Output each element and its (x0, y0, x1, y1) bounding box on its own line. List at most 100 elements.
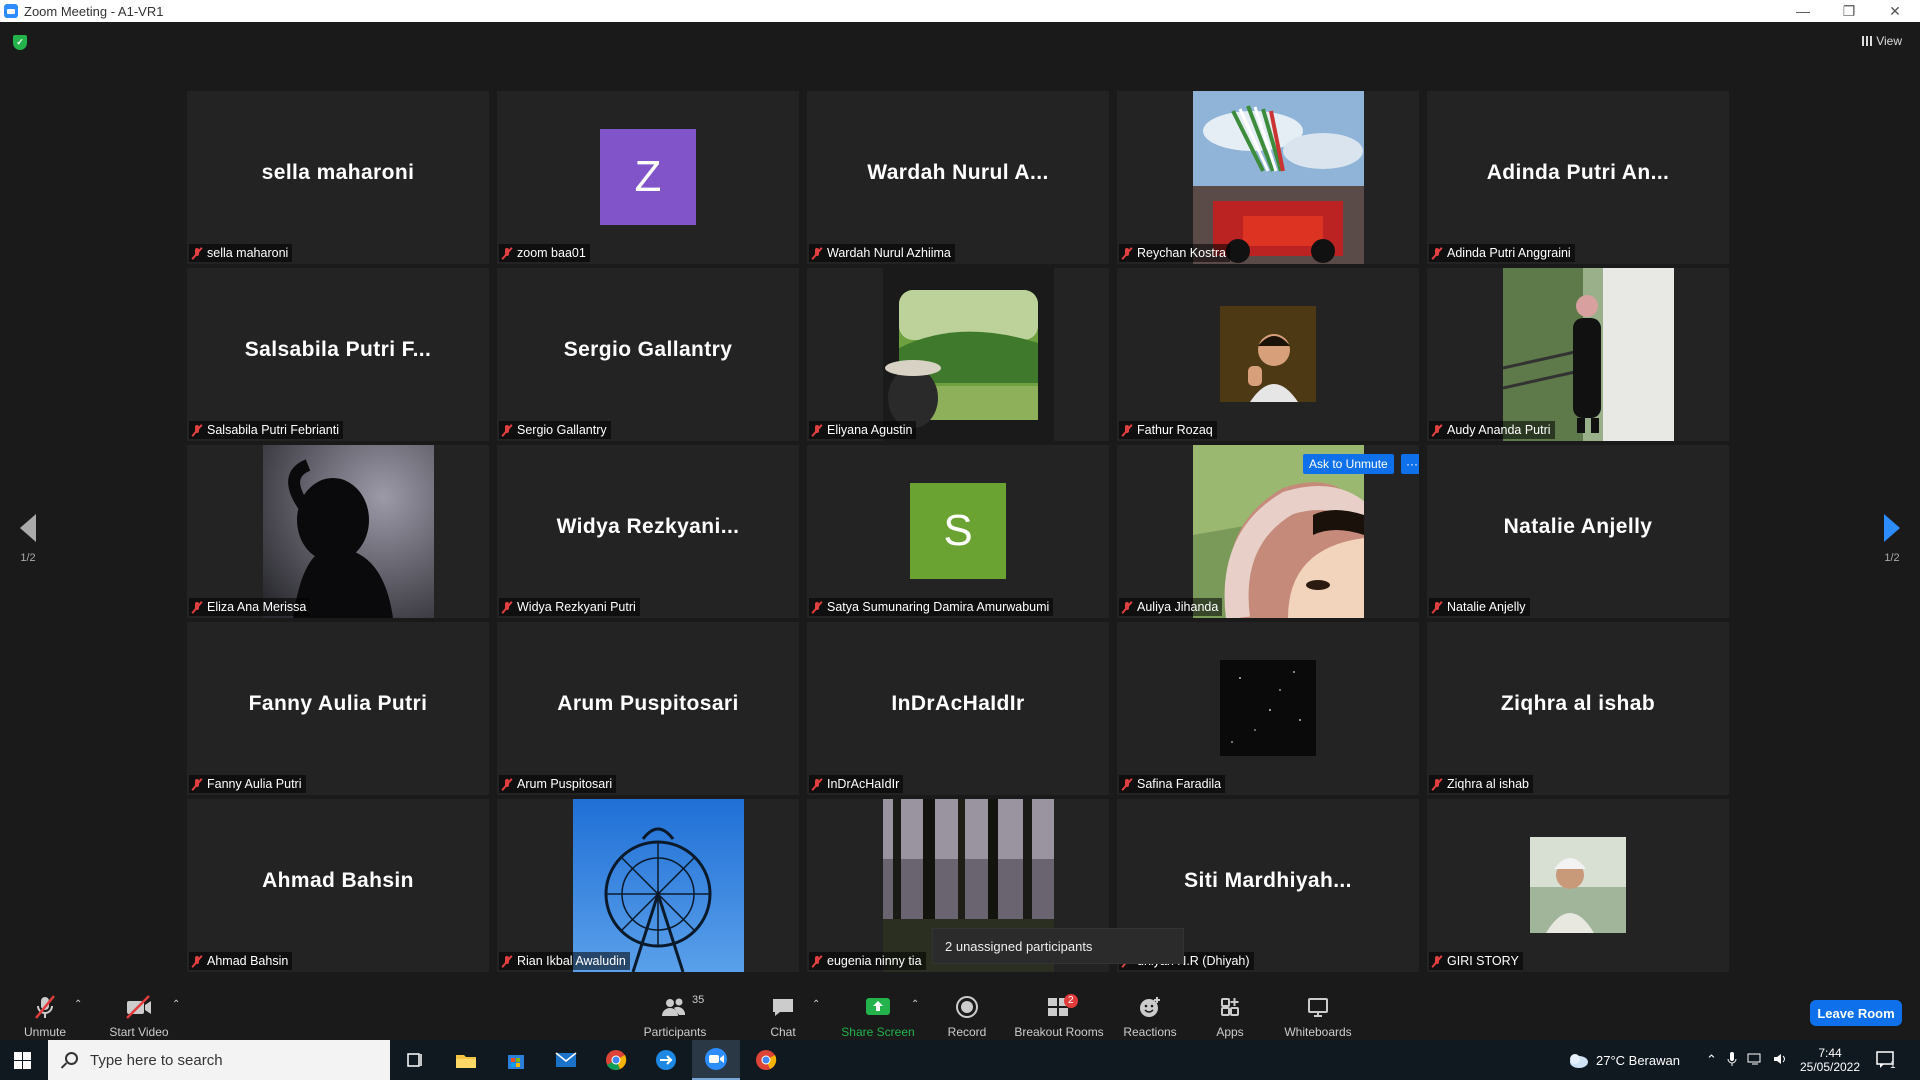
encryption-shield-icon[interactable]: ✓ (13, 35, 27, 50)
mic-muted-icon (1431, 778, 1443, 791)
mic-muted-icon (1121, 247, 1133, 260)
participant-tile[interactable]: Arum Puspitosari Arum Puspitosari (497, 622, 799, 795)
mic-muted-icon (501, 955, 513, 968)
participant-name-label: Auliya Jihanda (1119, 598, 1223, 616)
participant-tile[interactable]: Reychan Kostra (1117, 91, 1419, 264)
zoom-taskbar-icon[interactable] (692, 1040, 740, 1080)
participant-name-label: Fathur Rozaq (1119, 421, 1217, 439)
participant-name: Widya Rezkyani Putri (517, 600, 636, 614)
participant-tile[interactable]: S Satya Sumunaring Damira Amurwabumi (807, 445, 1109, 618)
share-options-caret-icon[interactable]: ⌃ (911, 999, 919, 1010)
participant-name: Reychan Kostra (1137, 246, 1226, 260)
remote-app-icon[interactable] (642, 1040, 690, 1080)
ask-to-unmute-button[interactable]: Ask to Unmute (1303, 454, 1394, 474)
participant-tile[interactable]: Widya Rezkyani... Widya Rezkyani Putri (497, 445, 799, 618)
whiteboards-button[interactable]: Whiteboards (1280, 977, 1356, 1040)
mic-muted-icon (32, 992, 58, 1022)
participant-tile[interactable]: Eliza Ana Merissa (187, 445, 489, 618)
view-button[interactable]: View (1862, 34, 1902, 48)
clock[interactable]: 7:44 25/05/2022 (1800, 1040, 1860, 1080)
participant-tile[interactable]: Rian Ikbal Awaludin (497, 799, 799, 972)
participant-tile[interactable]: sella maharoni sella maharoni (187, 91, 489, 264)
participant-tile[interactable]: Ziqhra al ishab Ziqhra al ishab (1427, 622, 1729, 795)
chat-button[interactable]: Chat (763, 977, 803, 1040)
participant-tile[interactable]: Fathur Rozaq (1117, 268, 1419, 441)
taskbar-search-input[interactable]: Type here to search (48, 1040, 390, 1080)
unassigned-participants-tooltip: 2 unassigned participants (932, 928, 1184, 964)
participant-tile[interactable]: InDrAcHaIdIr InDrAcHaIdIr (807, 622, 1109, 795)
microsoft-store-icon[interactable] (492, 1040, 540, 1080)
participant-name-label: InDrAcHaIdIr (809, 775, 904, 793)
participant-tile[interactable]: Eliyana Agustin (807, 268, 1109, 441)
reactions-icon (1138, 992, 1162, 1022)
participant-name: Eliyana Agustin (827, 423, 913, 437)
reactions-button[interactable]: Reactions (1119, 977, 1181, 1040)
task-view-icon[interactable] (392, 1040, 440, 1080)
participant-name-label: Satya Sumunaring Damira Amurwabumi (809, 598, 1054, 616)
chrome-profile-icon[interactable] (742, 1040, 790, 1080)
participant-tile[interactable]: Zzoom baa01 (497, 91, 799, 264)
participant-tile[interactable]: Audy Ananda Putri (1427, 268, 1729, 441)
mic-muted-icon (191, 424, 203, 437)
mail-icon[interactable] (542, 1040, 590, 1080)
start-video-button[interactable]: Start Video (104, 977, 174, 1040)
mic-muted-icon (501, 778, 513, 791)
page-indicator-left: 1/2 (20, 552, 36, 564)
tray-chevron-icon[interactable]: ⌃ (1706, 1052, 1717, 1068)
windows-start-icon[interactable] (14, 1052, 31, 1069)
page-prev-button[interactable]: 1/2 (8, 514, 48, 564)
participant-tile[interactable]: Salsabila Putri F... Salsabila Putri Febr… (187, 268, 489, 441)
participant-tile[interactable]: Adinda Putri An... Adinda Putri Anggraini (1427, 91, 1729, 264)
mic-muted-icon (1121, 601, 1133, 614)
participant-tile[interactable]: Fanny Aulia Putri Fanny Aulia Putri (187, 622, 489, 795)
participant-name-label: Widya Rezkyani Putri (499, 598, 640, 616)
mic-muted-icon (1431, 247, 1443, 260)
volume-icon[interactable] (1773, 1052, 1789, 1069)
participant-name-label: Wardah Nurul Azhiima (809, 244, 955, 262)
close-icon[interactable]: ✕ (1872, 0, 1918, 22)
network-icon[interactable] (1747, 1052, 1763, 1069)
mic-muted-icon (1121, 424, 1133, 437)
unmute-button[interactable]: Unmute (20, 977, 70, 1040)
participant-name: Arum Puspitosari (517, 777, 613, 791)
file-explorer-icon[interactable] (442, 1040, 490, 1080)
participant-name: eugenia ninny tia (827, 954, 922, 968)
mic-muted-icon (811, 247, 823, 260)
apps-button[interactable]: Apps (1210, 977, 1250, 1040)
video-options-caret-icon[interactable]: ⌃ (172, 999, 180, 1010)
photo-silhouette (263, 445, 434, 618)
participants-icon: 35 (660, 992, 704, 1022)
arrow-right-icon (1884, 514, 1900, 542)
minimize-icon[interactable]: — (1780, 0, 1826, 22)
record-button[interactable]: Record (941, 977, 993, 1040)
apps-icon (1219, 992, 1241, 1022)
participant-tile[interactable]: Ahmad Bahsin Ahmad Bahsin (187, 799, 489, 972)
participant-tile[interactable]: Ask to Unmute ··· Auliya Jihanda (1117, 445, 1419, 618)
tray-mic-icon[interactable] (1727, 1051, 1737, 1070)
audio-options-caret-icon[interactable]: ⌃ (74, 999, 82, 1010)
share-screen-button[interactable]: Share Screen (838, 977, 918, 1040)
participant-tile[interactable]: Sergio Gallantry Sergio Gallantry (497, 268, 799, 441)
chrome-icon[interactable] (592, 1040, 640, 1080)
participant-tile[interactable]: Natalie Anjelly Natalie Anjelly (1427, 445, 1729, 618)
notifications-icon[interactable]: 1 (1876, 1040, 1896, 1080)
more-options-button[interactable]: ··· (1401, 454, 1419, 474)
participant-name: Ziqhra al ishab (1447, 777, 1529, 791)
weather-widget[interactable]: 27°C Berawan (1566, 1040, 1680, 1080)
participant-tile[interactable]: GIRI STORY (1427, 799, 1729, 972)
participant-name-label: sella maharoni (189, 244, 293, 262)
avatar: S (910, 483, 1006, 579)
participant-name-label: Eliza Ana Merissa (189, 598, 311, 616)
share-screen-icon (865, 992, 891, 1022)
participants-button[interactable]: 35 Participants (640, 977, 710, 1040)
participant-name: Salsabila Putri Febrianti (207, 423, 340, 437)
mic-muted-icon (191, 601, 203, 614)
notification-count: 1 (1890, 1059, 1896, 1071)
page-next-button[interactable]: 1/2 (1872, 514, 1912, 564)
restore-icon[interactable]: ❐ (1826, 0, 1872, 22)
breakout-rooms-button[interactable]: 2 Breakout Rooms (1012, 977, 1106, 1040)
chat-options-caret-icon[interactable]: ⌃ (812, 999, 820, 1010)
participant-tile[interactable]: Wardah Nurul A... Wardah Nurul Azhiima (807, 91, 1109, 264)
participant-tile[interactable]: Safina Faradila (1117, 622, 1419, 795)
leave-room-button[interactable]: Leave Room (1810, 1000, 1902, 1026)
